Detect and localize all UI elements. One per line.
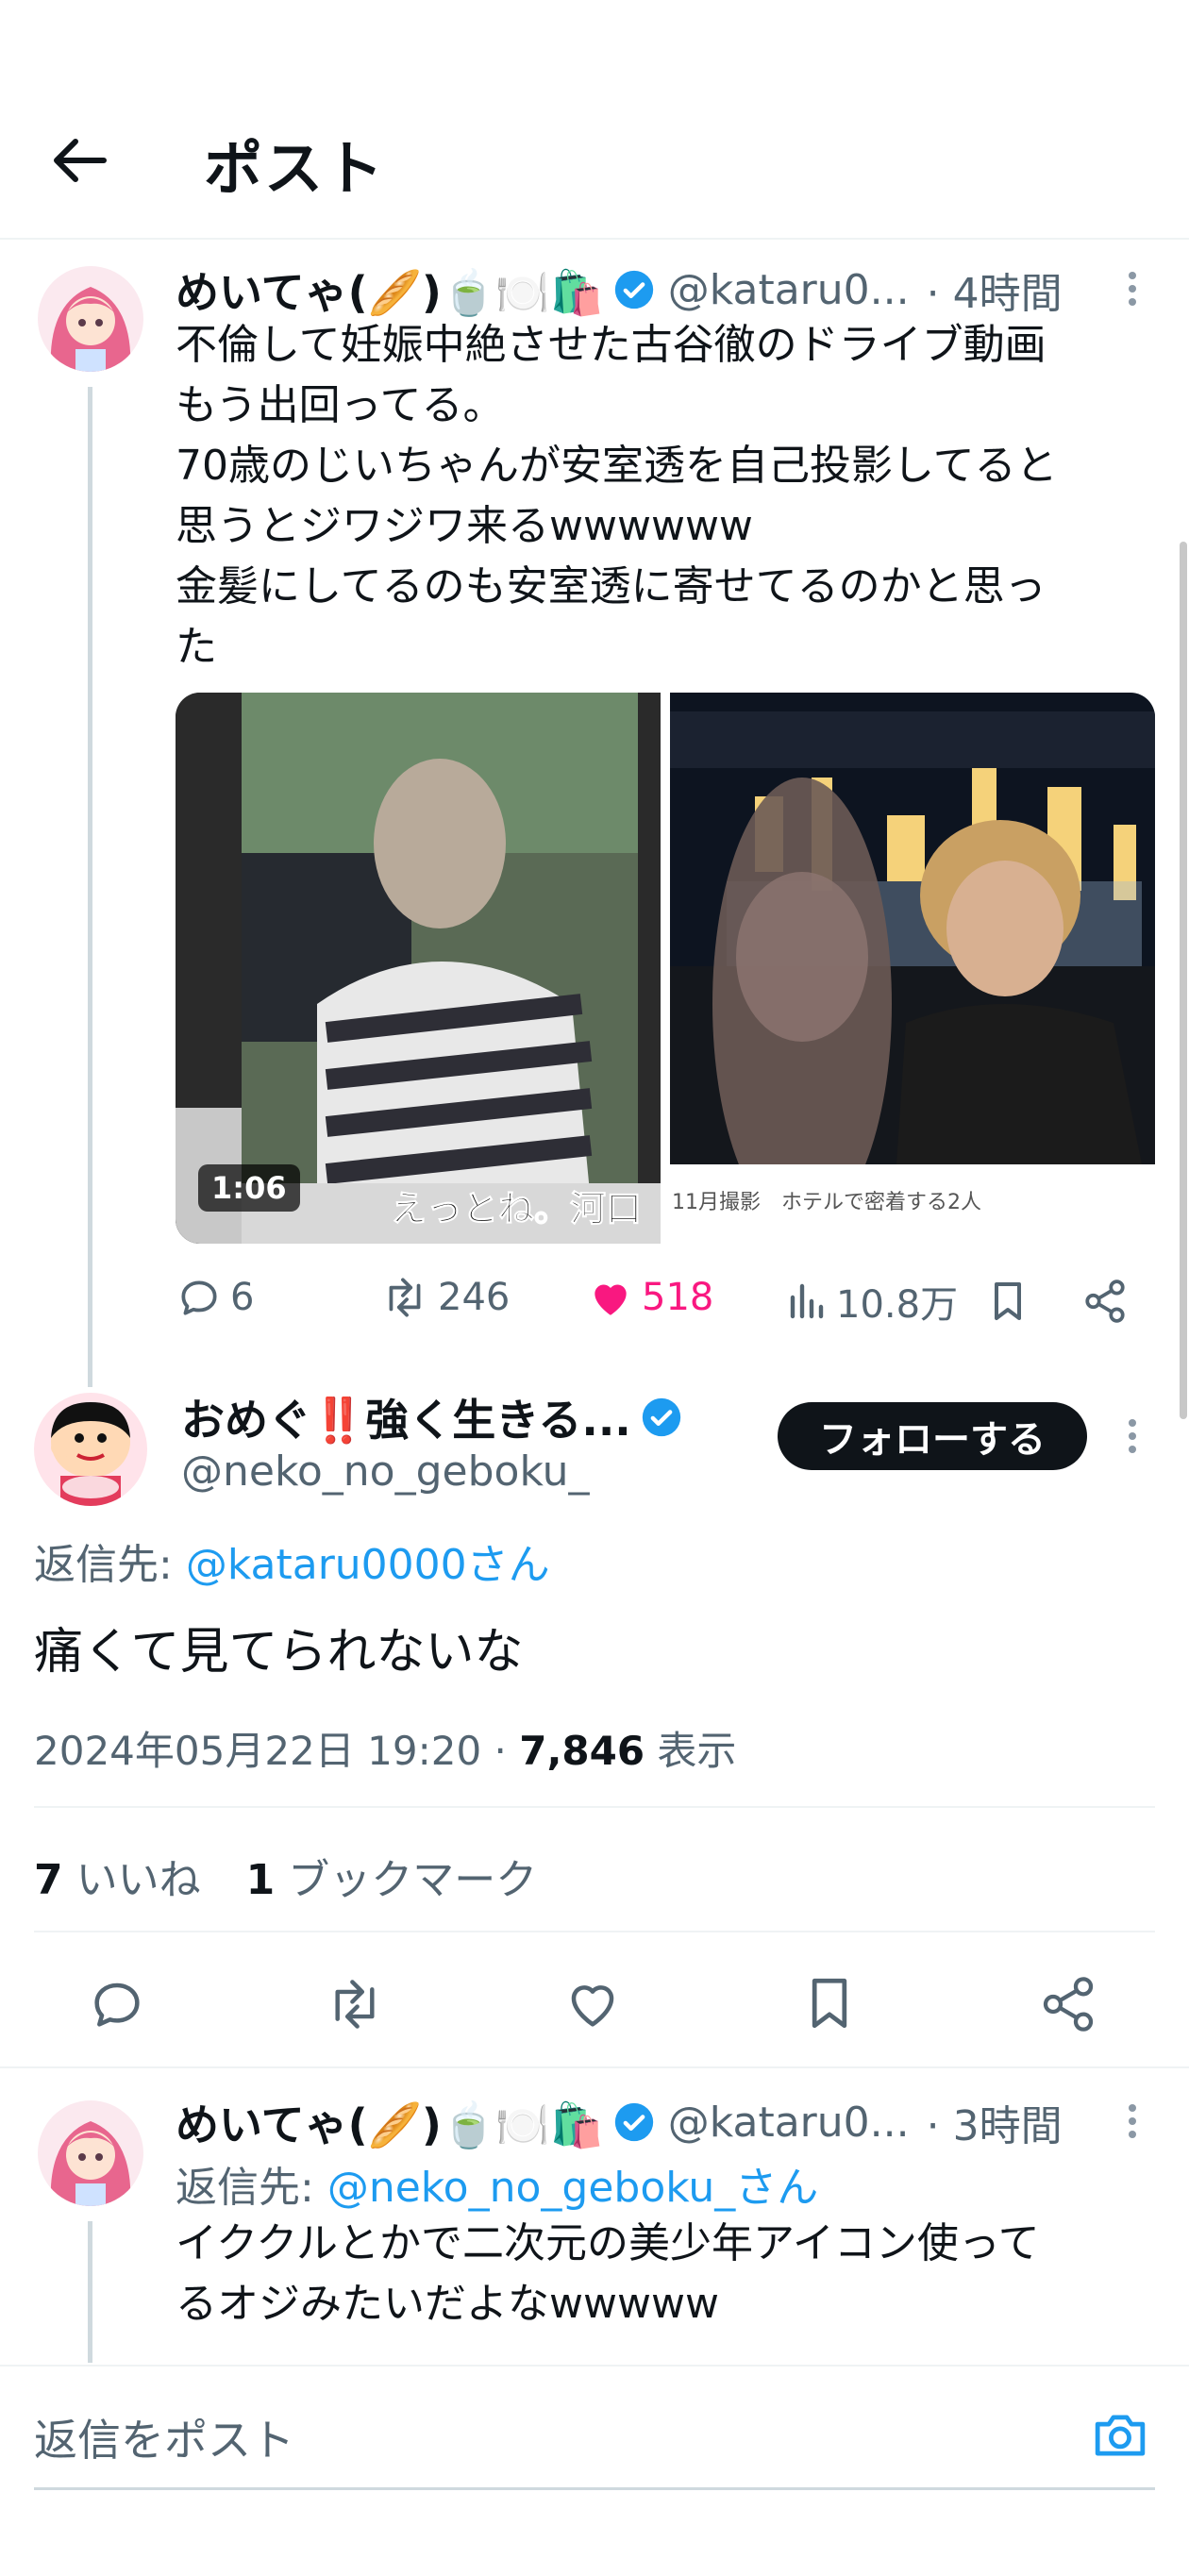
display-name[interactable]: めいてゃ(🥖)🍵🍽️🛍️ [176,259,604,321]
reply-context: 返信先: @neko_no_geboku_さん [176,2153,818,2214]
bookmark-icon[interactable] [802,1972,857,2034]
composer-underline [34,2487,1155,2490]
focus-author-row: おめぐ‼️強く生きる... [181,1389,682,1446]
timestamp[interactable]: · 3時間 [927,2092,1063,2152]
avatar[interactable] [38,2100,143,2206]
display-name[interactable]: おめぐ‼️強く生きる... [181,1386,631,1448]
views-count: 7,846 [519,1728,645,1774]
divider [34,1806,1155,1808]
bookmarks-stat[interactable]: 1 ブックマーク [246,1856,538,1904]
post-date[interactable]: 2024年05月22日 19:20 · [34,1728,519,1774]
back-arrow-icon[interactable] [49,130,109,191]
divider [0,2066,1189,2068]
reply-to-link[interactable]: @kataru0000さん [186,1541,550,1589]
avatar[interactable] [34,1393,147,1506]
video-caption: えっとね。河口 [390,1188,643,1230]
like-count: 518 [642,1276,714,1319]
reply-button[interactable]: 6 [176,1274,254,1321]
reply-composer-input[interactable]: 返信をポスト [34,2406,294,2468]
reply-icon[interactable] [87,1974,147,2034]
timestamp[interactable]: · 4時間 [927,259,1063,320]
verified-badge-icon [614,2102,653,2142]
view-count: 10.8万 [836,1283,959,1327]
views-label: 表示 [645,1728,737,1774]
repost-icon [389,1278,421,1317]
post-text: イククルとかで二次元の美少年アイコン使って るオジみたいだよなwwwww [176,2219,1040,2328]
scrollbar[interactable] [1180,542,1187,1419]
likes-stat[interactable]: 7 いいね [34,1856,201,1904]
verified-badge-icon [614,270,653,309]
divider [0,2365,1189,2367]
thread-connector [88,2221,92,2363]
top-bar: ポスト [0,0,1189,240]
repost-button[interactable]: 246 [379,1274,510,1321]
handle[interactable]: @kataru0... [668,266,910,314]
page-title: ポスト [204,134,386,203]
post-author-row: めいてゃ(🥖)🍵🍽️🛍️ @kataru0... · 4時間 [176,259,1063,321]
post-text: 不倫して妊娠中絶させた古谷徹のドライブ動画 もう出回ってる。 70歳のじいちゃん… [176,321,1058,671]
views-button[interactable]: 10.8万 [787,1274,958,1329]
share-icon[interactable] [1038,1974,1098,2034]
more-options-icon[interactable] [1123,2102,1142,2140]
reply-prefix: 返信先: [176,2164,327,2212]
bookmark-icon[interactable] [987,1278,1029,1325]
heart-icon[interactable] [562,1974,623,2034]
handle[interactable]: @neko_no_geboku_ [181,1447,589,1496]
reply-to-link[interactable]: @neko_no_geboku_さん [327,2164,818,2212]
share-icon[interactable] [1081,1278,1129,1325]
post-meta: 2024年05月22日 19:20 · 7,846 表示 [34,1719,736,1777]
post-author-row: めいてゃ(🥖)🍵🍽️🛍️ @kataru0... · 3時間 [176,2091,1063,2153]
camera-icon[interactable] [1091,2408,1149,2463]
like-button[interactable]: 518 [587,1274,713,1321]
thread-connector [88,387,92,1387]
analytics-icon [790,1283,824,1319]
video-thumbnail[interactable]: 1:06 えっとね。河口 [176,693,661,1244]
handle[interactable]: @kataru0... [668,2099,910,2147]
heart-filled-icon [594,1284,627,1315]
avatar[interactable] [38,266,143,372]
more-options-icon[interactable] [1123,270,1142,308]
display-name[interactable]: めいてゃ(🥖)🍵🍽️🛍️ [176,2091,604,2153]
reply-prefix: 返信先: [34,1541,186,1589]
repost-icon[interactable] [323,1974,387,2034]
reply-count: 6 [230,1276,255,1319]
photo-thumbnail[interactable]: 11月撮影 ホテルで密着する2人 [670,693,1155,1244]
video-duration: 1:06 [198,1164,300,1212]
follow-button[interactable]: フォローする [778,1402,1087,1470]
engagement-stats: 7 いいね 1 ブックマーク [34,1846,537,1906]
more-options-icon[interactable] [1123,1417,1142,1455]
divider [34,1931,1155,1932]
reply-icon [181,1280,217,1315]
verified-badge-icon [642,1397,680,1437]
post-text: 痛くて見てられないな [34,1624,524,1681]
reply-context: 返信先: @kataru0000さん [34,1531,550,1591]
repost-count: 246 [438,1276,511,1319]
photo-caption: 11月撮影 ホテルで密着する2人 [672,1191,981,1214]
